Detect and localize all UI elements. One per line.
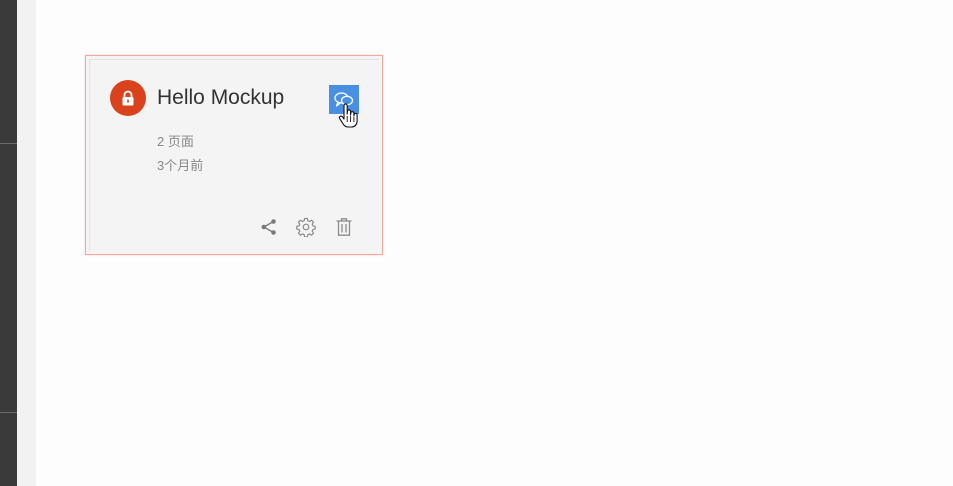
page-count: 2 页面	[157, 134, 194, 149]
comment-button[interactable]	[329, 85, 359, 114]
card-title[interactable]: Hello Mockup	[157, 84, 284, 112]
share-icon	[261, 219, 276, 235]
last-updated: 3个月前	[157, 158, 204, 173]
gear-icon	[296, 217, 316, 237]
canvas: Hello Mockup 2 页面 3个月前	[0, 0, 953, 486]
settings-button[interactable]	[295, 216, 317, 238]
left-rail	[0, 0, 17, 486]
lock-glyph	[122, 90, 134, 105]
delete-button[interactable]	[333, 216, 355, 238]
share-button[interactable]	[258, 216, 280, 238]
lock-icon	[110, 80, 146, 116]
rail-divider	[0, 412, 17, 413]
rail-divider	[0, 143, 17, 144]
trash-icon	[336, 218, 352, 236]
project-card[interactable]: Hello Mockup 2 页面 3个月前	[85, 55, 383, 255]
comment-icon	[334, 91, 354, 107]
rail-gutter	[17, 0, 36, 486]
